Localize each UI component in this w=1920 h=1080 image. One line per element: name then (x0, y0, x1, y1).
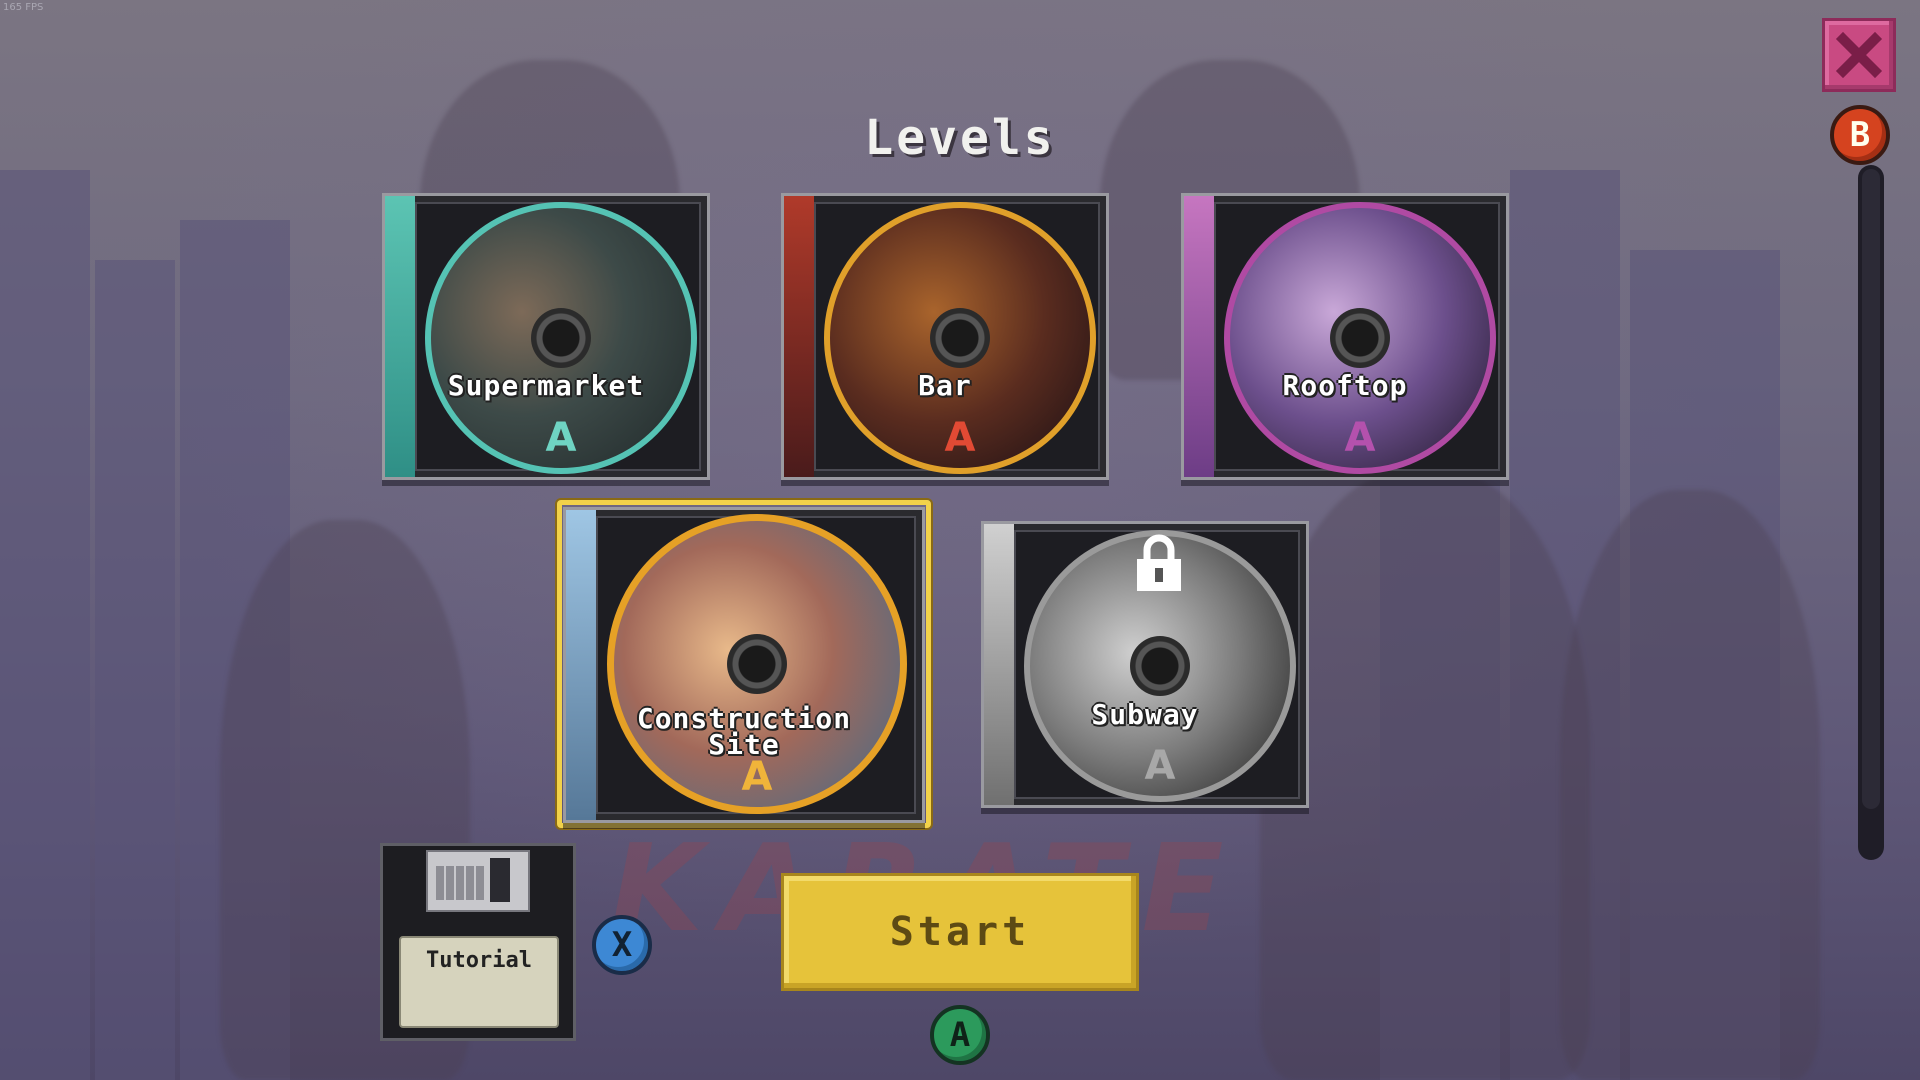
close-icon (1835, 31, 1883, 79)
disc-hub (1330, 308, 1390, 368)
tutorial-label: Tutorial (399, 936, 559, 1028)
confirm-button-prompt[interactable]: A (930, 1005, 990, 1065)
level-card-construction-site[interactable]: A Construction Site (563, 507, 925, 823)
floppy-slot (490, 858, 510, 902)
back-button-prompt[interactable]: B (1830, 105, 1890, 165)
case-spine (984, 524, 1014, 805)
level-disc: A (1224, 202, 1496, 474)
disc-logo-mark: A (545, 415, 577, 461)
fps-counter: 165 FPS (3, 2, 44, 13)
tutorial-button[interactable]: Tutorial (380, 843, 576, 1041)
disc-logo-mark: A (1344, 415, 1376, 461)
disc-hub (727, 634, 787, 694)
close-button[interactable] (1822, 18, 1896, 92)
case-spine (385, 196, 415, 477)
case-spine (784, 196, 814, 477)
disc-hub (1130, 636, 1190, 696)
disc-hub (531, 308, 591, 368)
floppy-shutter (426, 850, 530, 912)
level-select-screen: KARATE 165 FPS Levels B A Supermarket A … (0, 0, 1920, 1080)
disc-hub (930, 308, 990, 368)
tutorial-button-prompt[interactable]: X (592, 915, 652, 975)
level-name: Supermarket (447, 369, 645, 402)
disc-logo-mark: A (1144, 743, 1176, 789)
disc-logo-mark: A (944, 415, 976, 461)
case-spine (1184, 196, 1214, 477)
level-name: Construction Site (636, 702, 852, 761)
level-card-supermarket[interactable]: A Supermarket (382, 193, 710, 480)
start-button[interactable]: Start (781, 873, 1139, 991)
scrollbar-thumb[interactable] (1862, 169, 1880, 809)
level-disc: A (425, 202, 697, 474)
lock-icon (1137, 534, 1181, 591)
floppy-grid (436, 866, 484, 900)
level-disc: A (824, 202, 1096, 474)
level-card-rooftop[interactable]: A Rooftop (1181, 193, 1509, 480)
level-name: Rooftop (1282, 369, 1408, 402)
level-card-bar[interactable]: A Bar (781, 193, 1109, 480)
scrollbar[interactable] (1858, 165, 1884, 860)
level-disc: A (607, 514, 907, 814)
case-spine (566, 510, 596, 820)
page-title: Levels (864, 110, 1056, 166)
level-name: Subway (1091, 698, 1199, 731)
level-name: Bar (918, 369, 972, 402)
